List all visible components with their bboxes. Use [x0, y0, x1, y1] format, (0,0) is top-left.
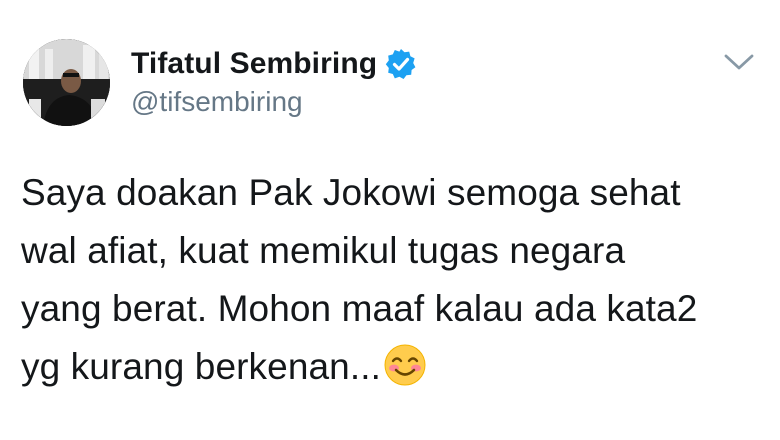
chevron-down-icon[interactable]: [722, 50, 756, 74]
tweet-text-line-last: yg kurang berkenan...: [21, 338, 761, 396]
tweet-text-line: Saya doakan Pak Jokowi semoga sehat: [21, 172, 681, 213]
tweet-text-line: yg kurang berkenan...: [21, 346, 381, 387]
blushing-smile-emoji-icon: [383, 343, 427, 387]
tweet-text-line: wal afiat, kuat memikul tugas negara: [21, 230, 626, 271]
author-handle[interactable]: @tifsembiring: [131, 86, 303, 118]
tweet-card: Tifatul Sembiring @tifsembiring Saya doa…: [0, 0, 780, 440]
verified-badge-icon: [385, 48, 417, 80]
author-avatar[interactable]: [23, 39, 110, 126]
author-display-name[interactable]: Tifatul Sembiring: [131, 47, 377, 81]
tweet-text: Saya doakan Pak Jokowi semoga sehat wal …: [21, 164, 761, 396]
author-name-row: Tifatul Sembiring: [131, 44, 417, 84]
tweet-text-line: yang berat. Mohon maaf kalau ada kata2: [21, 288, 698, 329]
